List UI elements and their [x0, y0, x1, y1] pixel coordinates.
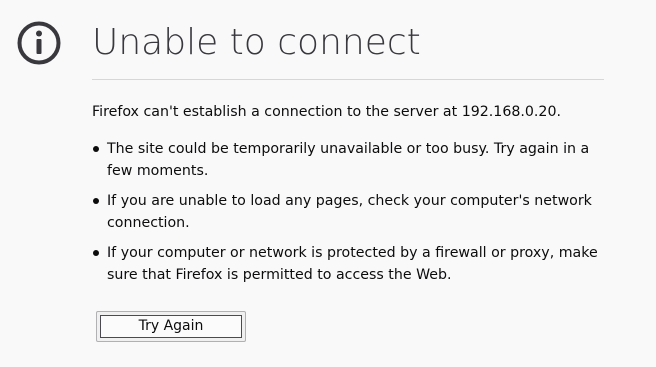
bullet-icon — [93, 250, 99, 256]
list-item: If you are unable to load any pages, che… — [92, 190, 612, 234]
error-description: Firefox can't establish a connection to … — [92, 104, 561, 120]
try-again-label: Try Again — [100, 315, 242, 338]
advice-list: The site could be temporarily unavailabl… — [92, 138, 612, 294]
try-again-button[interactable]: Try Again — [96, 311, 246, 342]
info-icon — [17, 21, 61, 65]
list-item: If your computer or network is protected… — [92, 242, 612, 286]
bullet-icon — [93, 198, 99, 204]
advice-text: The site could be temporarily unavailabl… — [107, 141, 590, 179]
bullet-icon — [93, 146, 99, 152]
advice-text: If you are unable to load any pages, che… — [107, 193, 592, 231]
title-divider — [92, 79, 604, 80]
list-item: The site could be temporarily unavailabl… — [92, 138, 612, 182]
advice-text: If your computer or network is protected… — [107, 245, 598, 283]
page-title: Unable to connect — [92, 22, 421, 63]
